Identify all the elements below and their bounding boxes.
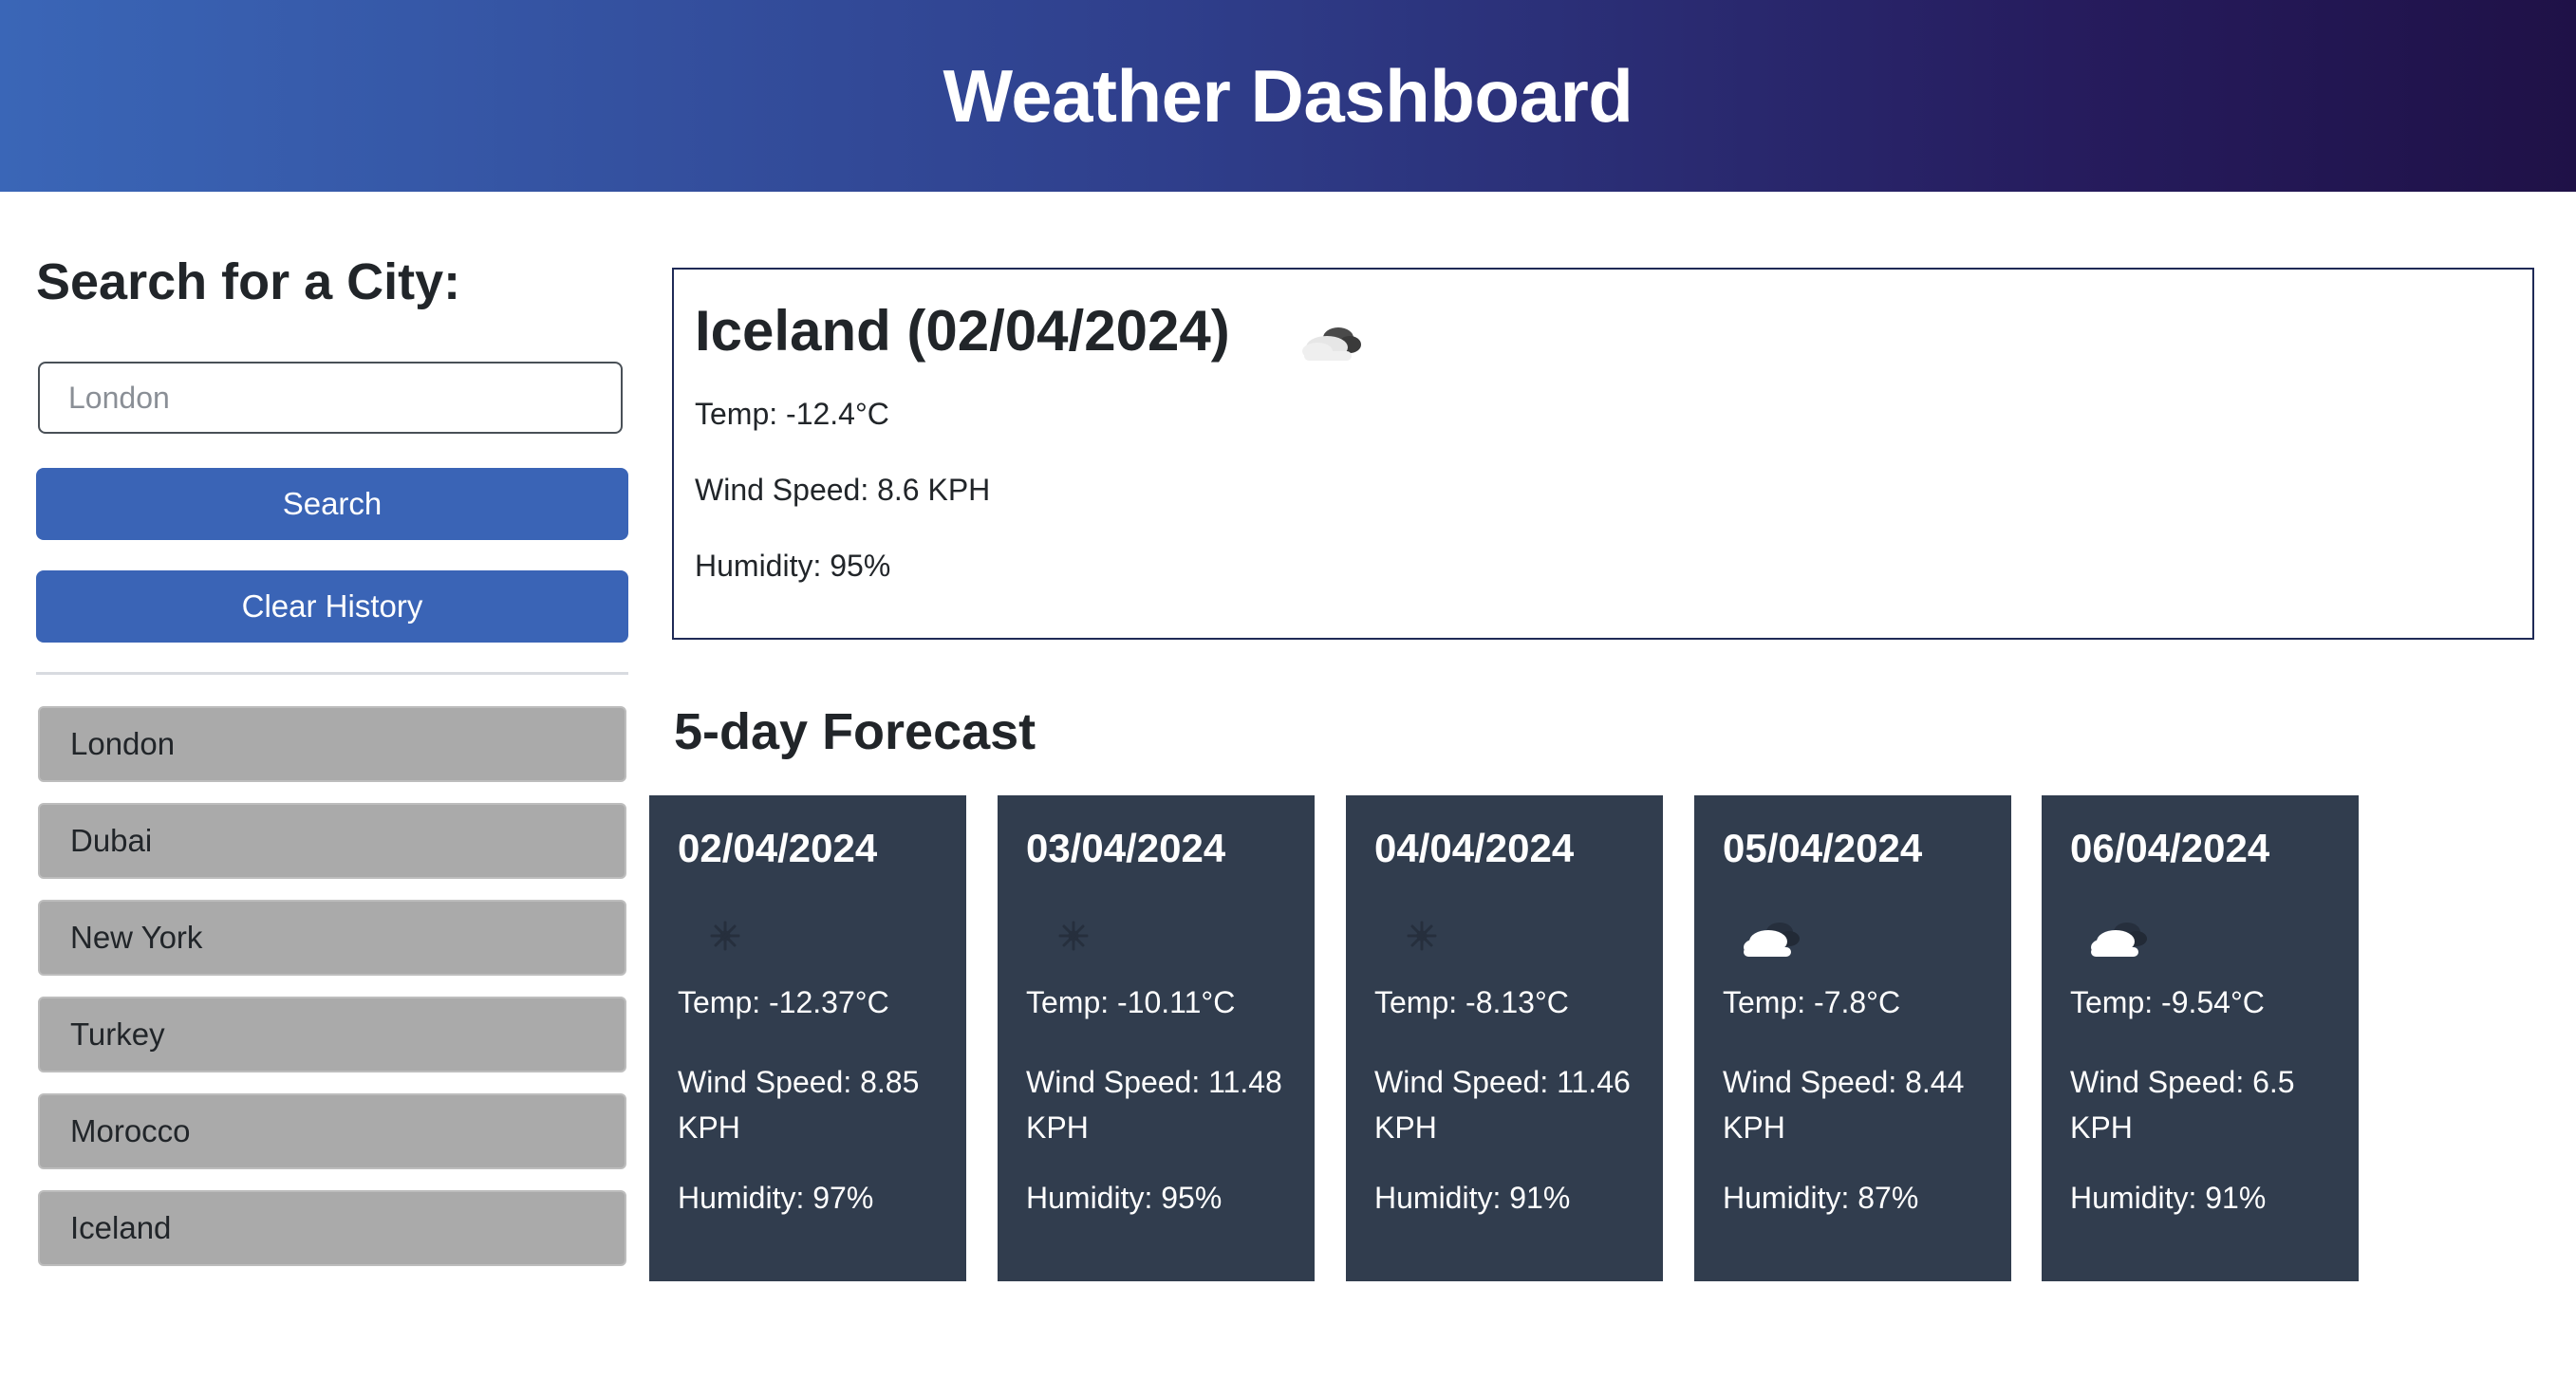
history-item-iceland[interactable]: Iceland [38,1190,626,1266]
forecast-heading: 5-day Forecast [674,703,1036,760]
snowflake-icon [1036,907,1111,964]
forecast-humidity: Humidity: 91% [1374,1181,1571,1215]
snowflake-icon [1384,907,1460,964]
forecast-wind: Wind Speed: 8.44 KPH [1723,1065,1965,1145]
history-item-morocco[interactable]: Morocco [38,1093,626,1169]
current-city-title: Iceland (02/04/2024) [695,299,1230,363]
clear-history-button[interactable]: Clear History [36,570,628,643]
forecast-card: 02/04/2024 Temp: -12.37°C Wind Speed: 8.… [649,795,966,1281]
forecast-wind: Wind Speed: 8.85 KPH [678,1065,920,1145]
cloud-icon [1732,907,1808,964]
forecast-temp: Temp: -8.13°C [1374,985,1569,1019]
forecast-card: 04/04/2024 Temp: -8.13°C Wind Speed: 11.… [1346,795,1663,1281]
page-title: Weather Dashboard [943,53,1633,138]
history-item-turkey[interactable]: Turkey [38,997,626,1072]
forecast-wind: Wind Speed: 11.48 KPH [1026,1065,1282,1145]
forecast-temp: Temp: -7.8°C [1723,985,1901,1019]
forecast-card: 06/04/2024 Temp: -9.54°C Wind Speed: 6.5… [2042,795,2359,1281]
forecast-wind: Wind Speed: 11.46 KPH [1374,1065,1631,1145]
forecast-humidity: Humidity: 95% [1026,1181,1223,1215]
forecast-card: 05/04/2024 Temp: -7.8°C Wind Speed: 8.44… [1694,795,2011,1281]
search-button[interactable]: Search [36,468,628,540]
current-weather-panel: Iceland (02/04/2024) Temp: -12.4°C Wind … [672,268,2534,640]
forecast-humidity: Humidity: 91% [2070,1181,2267,1215]
forecast-temp: Temp: -9.54°C [2070,985,2265,1019]
forecast-card: 03/04/2024 Temp: -10.11°C Wind Speed: 11… [998,795,1315,1281]
forecast-date: 04/04/2024 [1374,826,1575,870]
current-wind: Wind Speed: 8.6 KPH [695,473,991,507]
forecast-date: 05/04/2024 [1723,826,1923,870]
forecast-temp: Temp: -12.37°C [678,985,889,1019]
cloud-icon [1291,309,1367,366]
forecast-humidity: Humidity: 87% [1723,1181,1919,1215]
forecast-date: 03/04/2024 [1026,826,1226,870]
history-item-new-york[interactable]: New York [38,900,626,976]
forecast-humidity: Humidity: 97% [678,1181,874,1215]
forecast-date: 02/04/2024 [678,826,878,870]
sidebar-divider [36,672,628,675]
cloud-icon [2080,907,2156,964]
page-header: Weather Dashboard [0,0,2576,192]
forecast-temp: Temp: -10.11°C [1026,985,1236,1019]
forecast-date: 06/04/2024 [2070,826,2270,870]
history-item-dubai[interactable]: Dubai [38,803,626,879]
history-item-london[interactable]: London [38,706,626,782]
forecast-wind: Wind Speed: 6.5 KPH [2070,1065,2295,1145]
snowflake-icon [687,907,763,964]
search-heading: Search for a City: [36,253,461,310]
current-temp: Temp: -12.4°C [695,397,889,431]
city-search-input[interactable] [38,362,623,434]
current-humidity: Humidity: 95% [695,549,891,583]
search-sidebar: Search for a City: Search Clear History … [36,253,628,1266]
